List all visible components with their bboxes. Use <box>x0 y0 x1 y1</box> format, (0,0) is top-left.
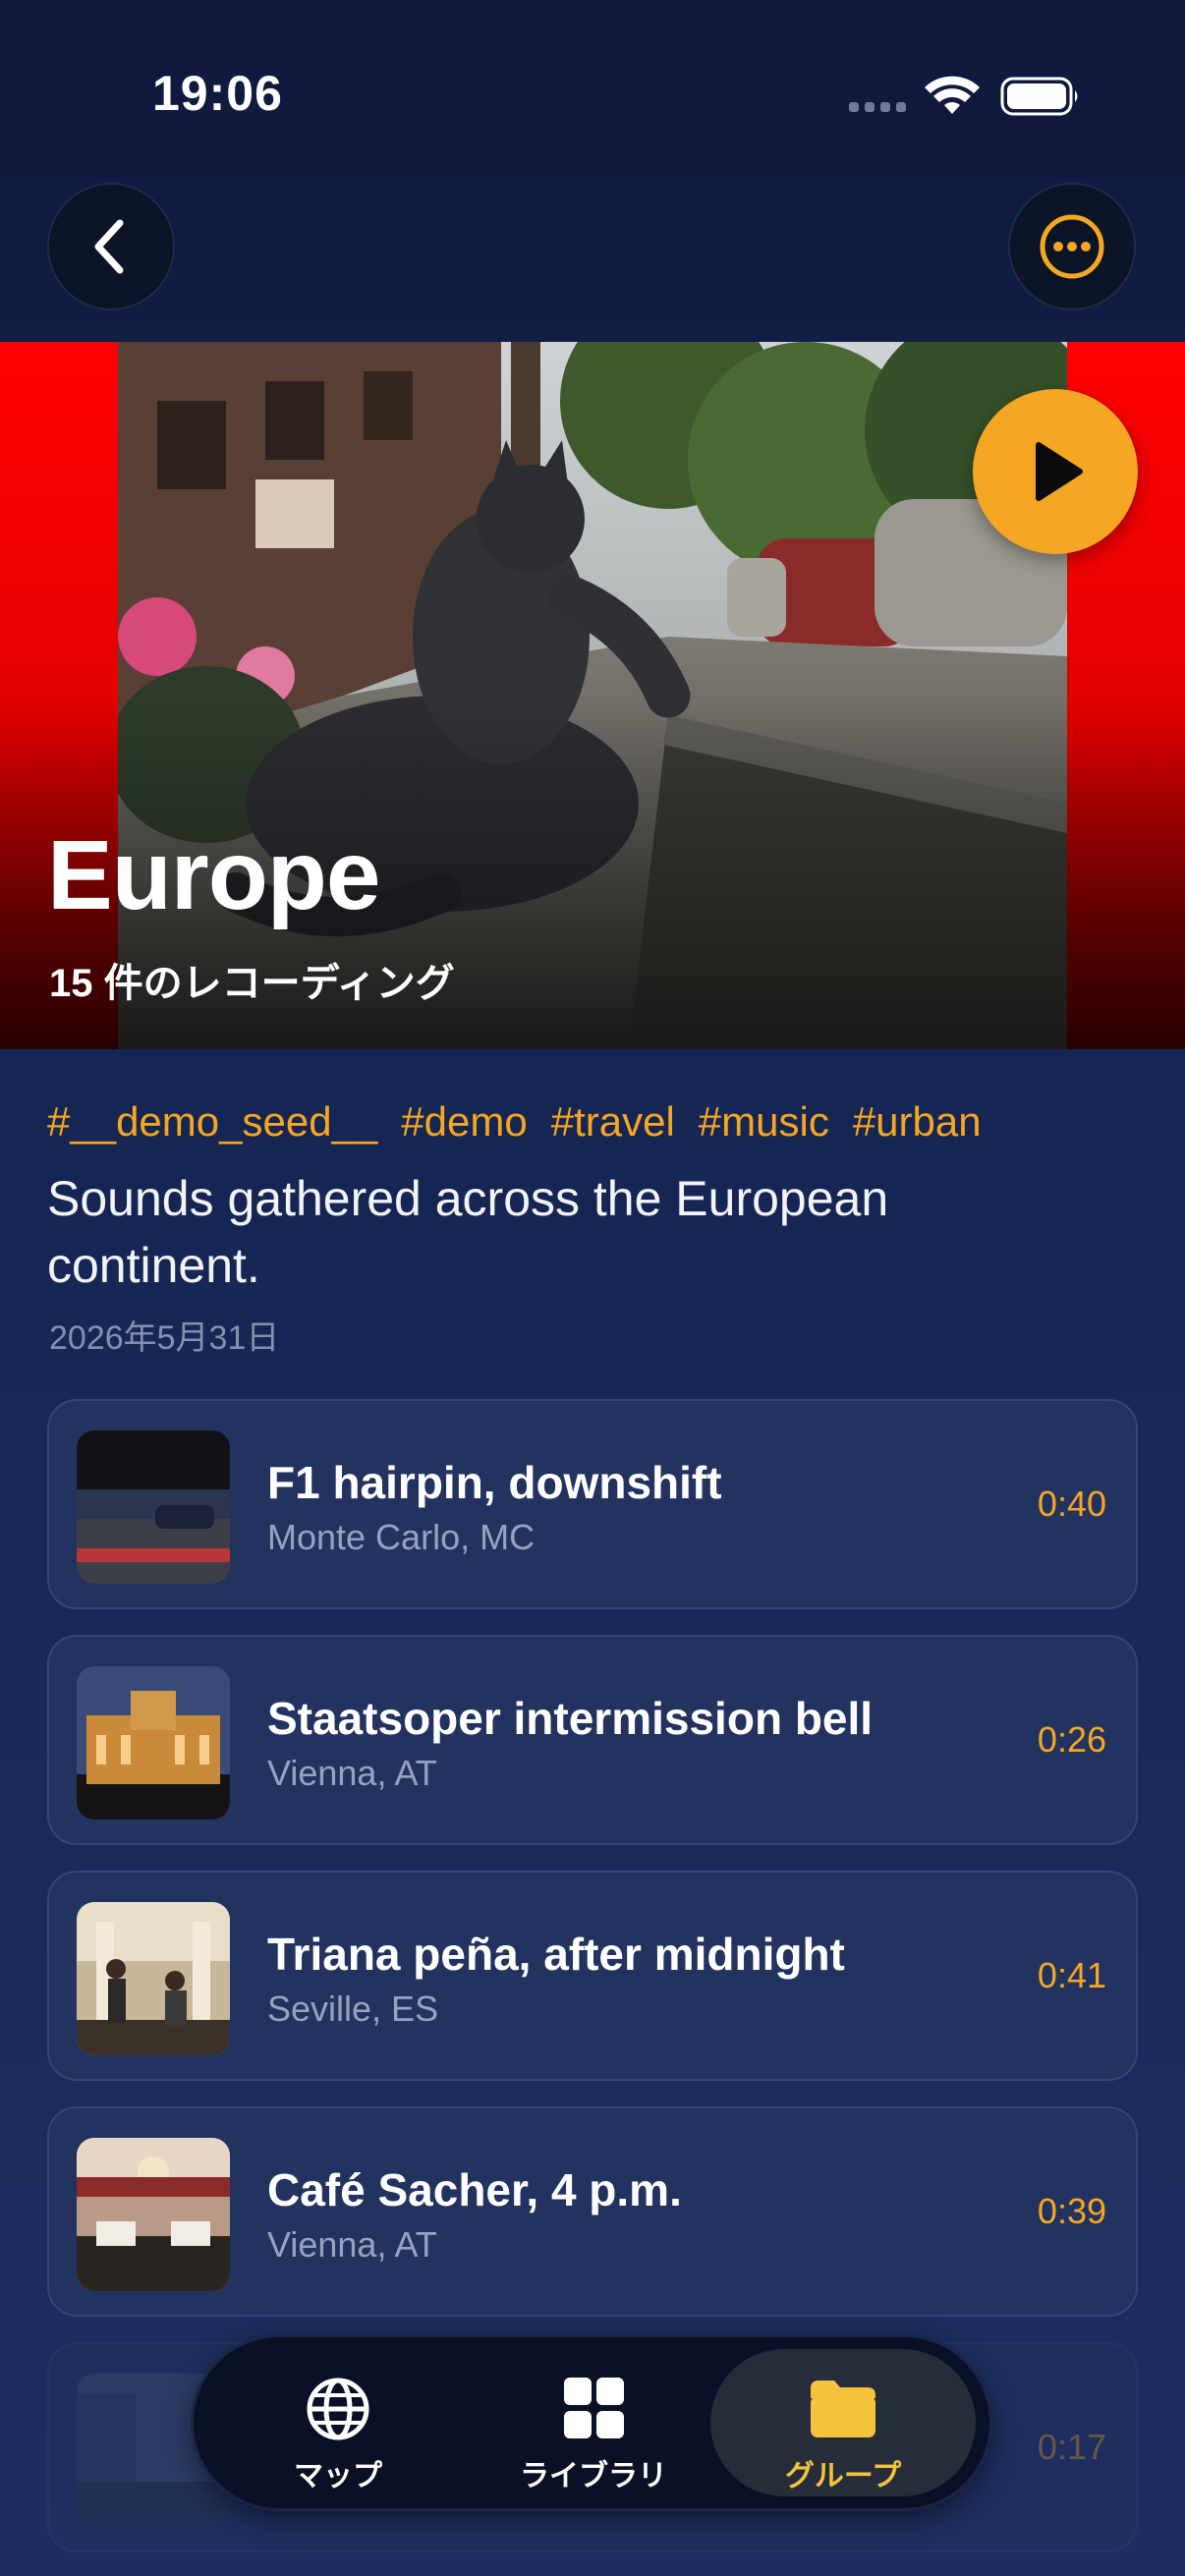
tag-chip[interactable]: #demo <box>401 1098 527 1146</box>
recording-duration: 0:41 <box>1037 1955 1106 1995</box>
recording-title: Triana peña, after midnight <box>267 1929 845 1980</box>
status-time: 19:06 <box>152 66 283 121</box>
recording-thumbnail <box>77 1666 230 1820</box>
grid-icon <box>564 2378 624 2438</box>
group-title: Europe <box>47 820 380 930</box>
play-icon <box>1036 442 1083 501</box>
tag-chip[interactable]: #music <box>699 1098 829 1146</box>
recording-thumbnail <box>77 1902 230 2055</box>
recording-row[interactable]: F1 hairpin, downshift Monte Carlo, MC 0:… <box>47 1399 1138 1609</box>
tab-label: マップ <box>294 2460 382 2492</box>
more-options-button[interactable] <box>1008 183 1136 310</box>
status-bar: 19:06 <box>0 0 1185 177</box>
play-all-button[interactable] <box>973 389 1138 554</box>
tab-library[interactable]: ライブラリ <box>461 2349 726 2496</box>
recording-title: Staatsoper intermission bell <box>267 1693 874 1744</box>
tab-groups[interactable]: グループ <box>710 2349 976 2496</box>
recording-thumbnail <box>77 1430 230 1584</box>
cellular-signal-icon <box>849 102 908 114</box>
tab-bar: マップ ライブラリ グループ <box>191 2334 992 2511</box>
tab-label: ライブラリ <box>520 2460 667 2492</box>
tag-list: #__demo_seed__ #demo #travel #music #urb… <box>47 1098 982 1146</box>
recording-title: Café Sacher, 4 p.m. <box>267 2164 682 2215</box>
recording-location: Vienna, AT <box>267 2224 437 2265</box>
recording-location: Vienna, AT <box>267 1753 437 1793</box>
group-description: Sounds gathered across the European cont… <box>47 1171 889 1293</box>
back-button[interactable] <box>47 183 175 310</box>
recording-row[interactable]: Triana peña, after midnight Seville, ES … <box>47 1871 1138 2081</box>
recording-location: Monte Carlo, MC <box>267 1517 536 1557</box>
recording-duration: 0:39 <box>1037 2191 1106 2231</box>
recording-duration: 0:17 <box>1037 2427 1106 2467</box>
folder-icon <box>811 2380 875 2437</box>
recording-duration: 0:40 <box>1037 1484 1106 1524</box>
ellipsis-circle-icon <box>1040 214 1104 279</box>
group-detail-screen: 19:06 Europe 15 件のレコーディング #__demo_seed__… <box>0 0 1185 2576</box>
tag-chip[interactable]: #travel <box>551 1098 675 1146</box>
group-date: 2026年5月31日 <box>49 1319 280 1357</box>
tab-map[interactable]: マップ <box>205 2349 471 2496</box>
recording-row[interactable]: Staatsoper intermission bell Vienna, AT … <box>47 1635 1138 1845</box>
recording-title: F1 hairpin, downshift <box>267 1457 722 1508</box>
tag-chip[interactable]: #__demo_seed__ <box>47 1098 377 1146</box>
recording-location: Seville, ES <box>267 1988 439 2029</box>
tab-label: グループ <box>784 2460 902 2492</box>
recording-count: 15 件のレコーディング <box>49 962 455 1005</box>
tag-chip[interactable]: #urban <box>853 1098 982 1146</box>
recording-thumbnail <box>77 2138 230 2291</box>
battery-icon <box>1000 77 1078 116</box>
wifi-icon <box>925 76 980 114</box>
globe-icon <box>307 2378 369 2440</box>
recording-duration: 0:26 <box>1037 1719 1106 1760</box>
recording-row[interactable]: Café Sacher, 4 p.m. Vienna, AT 0:39 <box>47 2106 1138 2317</box>
chevron-left-icon <box>94 219 124 274</box>
